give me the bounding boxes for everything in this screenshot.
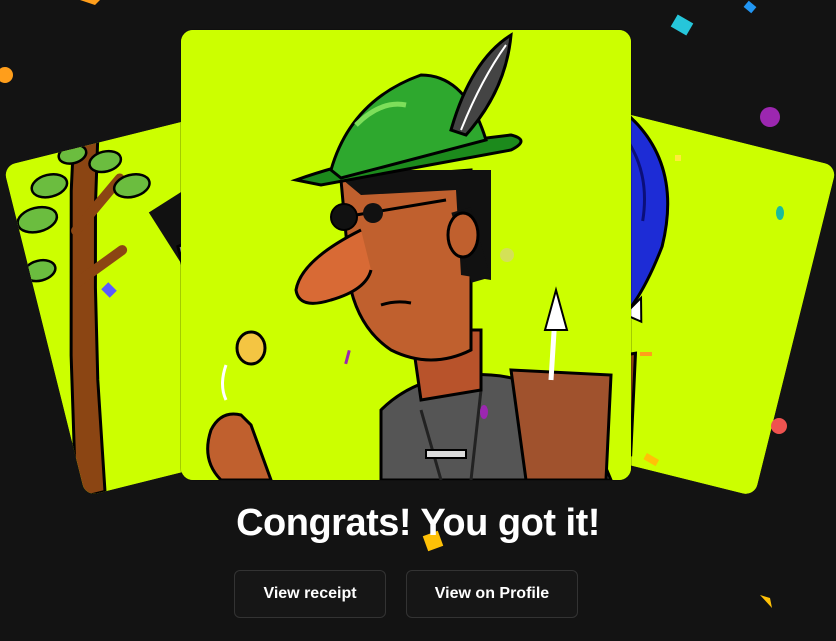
view-receipt-button[interactable]: View receipt	[234, 570, 386, 618]
nft-card-center	[181, 30, 631, 480]
view-on-profile-button[interactable]: View on Profile	[406, 570, 578, 618]
success-screen: Congrats! You got it! View receipt View …	[0, 0, 836, 641]
success-title: Congrats! You got it!	[236, 502, 600, 544]
nft-art-center	[181, 30, 631, 480]
